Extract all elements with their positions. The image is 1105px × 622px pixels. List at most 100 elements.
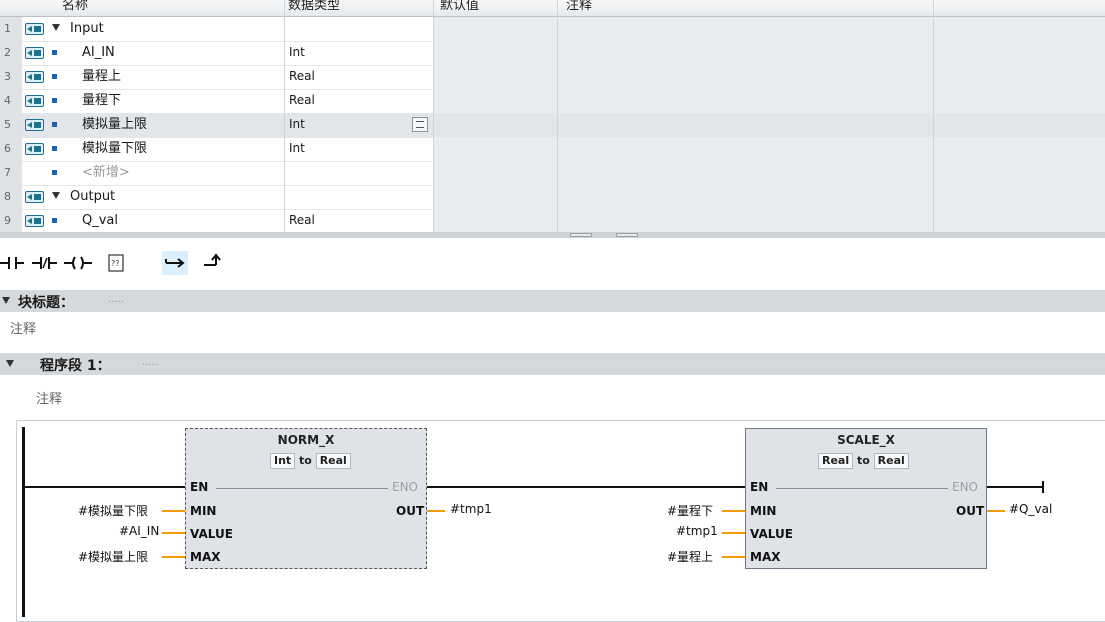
param-name[interactable]: 量程下 xyxy=(82,89,121,113)
cell-background[interactable] xyxy=(433,185,557,209)
table-row[interactable]: 8 Output xyxy=(0,185,1105,210)
operand-max[interactable]: #模拟量上限 xyxy=(78,548,148,565)
param-datatype[interactable]: Int xyxy=(289,41,305,65)
cell-background[interactable] xyxy=(933,89,1105,113)
cell-background[interactable] xyxy=(433,137,557,161)
cell-background[interactable] xyxy=(557,89,933,113)
norm-x-block[interactable]: NORM_X Int to Real EN ENO MIN VALUE MAX … xyxy=(185,428,427,569)
expand-triangle-icon[interactable] xyxy=(52,192,60,199)
cell-background[interactable] xyxy=(933,185,1105,209)
collapse-arrow-icon[interactable] xyxy=(2,297,10,304)
row-number[interactable]: 5 xyxy=(0,113,22,137)
normally-open-contact-icon[interactable] xyxy=(0,251,26,275)
operand-min[interactable]: #模拟量下限 xyxy=(78,502,148,519)
operand-value[interactable]: #tmp1 xyxy=(676,524,718,538)
param-name[interactable]: Output xyxy=(70,185,115,209)
splitter-up-arrow[interactable] xyxy=(570,233,592,237)
network-title-placeholder[interactable]: ..... xyxy=(142,357,158,368)
cell-background[interactable] xyxy=(933,113,1105,137)
cell-background[interactable] xyxy=(933,65,1105,89)
row-number[interactable]: 6 xyxy=(0,137,22,161)
operand-out[interactable]: #tmp1 xyxy=(450,502,492,516)
row-number[interactable]: 7 xyxy=(0,161,22,185)
param-name[interactable]: <新增> xyxy=(82,161,130,185)
row-number[interactable]: 4 xyxy=(0,89,22,113)
empty-box-icon[interactable]: ?? xyxy=(104,251,130,275)
cell-background[interactable] xyxy=(933,137,1105,161)
param-name[interactable]: AI_IN xyxy=(82,41,115,65)
param-datatype[interactable]: Real xyxy=(289,89,315,113)
table-row[interactable]: 4 量程下 Real xyxy=(0,89,1105,114)
param-datatype[interactable]: Real xyxy=(289,209,315,233)
cell-background[interactable] xyxy=(933,17,1105,41)
param-datatype[interactable]: Int xyxy=(289,113,305,137)
operand-value[interactable]: #AI_IN xyxy=(119,524,159,538)
scale-x-block[interactable]: SCALE_X Real to Real EN ENO MIN VALUE MA… xyxy=(745,428,987,569)
param-name[interactable]: 量程上 xyxy=(82,65,121,89)
param-datatype[interactable]: Int xyxy=(289,137,305,161)
type-in[interactable]: Real xyxy=(818,453,854,469)
cell-background[interactable] xyxy=(433,209,557,233)
network-title-bar[interactable]: 程序段 1： ..... xyxy=(0,353,1105,375)
scale-x-type-selector[interactable]: Real to Real xyxy=(818,453,909,469)
operand-max[interactable]: #量程上 xyxy=(667,548,713,565)
cell-background[interactable] xyxy=(433,161,557,185)
header-default[interactable]: 默认值 xyxy=(440,0,479,13)
cell-background[interactable] xyxy=(933,161,1105,185)
open-branch-icon[interactable] xyxy=(162,251,188,275)
cell-background[interactable] xyxy=(433,41,557,65)
table-row[interactable]: 2 AI_IN Int xyxy=(0,41,1105,66)
block-title-placeholder[interactable]: ..... xyxy=(108,294,124,305)
datatype-dropdown-button[interactable] xyxy=(412,117,428,132)
block-comment[interactable]: 注释 xyxy=(10,318,36,337)
row-number[interactable]: 2 xyxy=(0,41,22,65)
row-number[interactable]: 1 xyxy=(0,17,22,41)
table-row[interactable]: 9 Q_val Real xyxy=(0,209,1105,234)
cell-background[interactable] xyxy=(557,161,933,185)
row-number[interactable]: 8 xyxy=(0,185,22,209)
cell-background[interactable] xyxy=(557,41,933,65)
cell-background[interactable] xyxy=(557,209,933,233)
param-datatype[interactable]: Real xyxy=(289,65,315,89)
table-row[interactable]: 1 Input xyxy=(0,17,1105,42)
cell-background[interactable] xyxy=(933,209,1105,233)
table-row[interactable]: 5 模拟量上限 Int xyxy=(0,113,1105,138)
param-name[interactable]: 模拟量上限 xyxy=(82,113,147,137)
collapse-arrow-icon[interactable] xyxy=(6,360,14,367)
network-comment[interactable]: 注释 xyxy=(36,388,62,407)
cell-background[interactable] xyxy=(433,65,557,89)
splitter-bar[interactable] xyxy=(0,232,1105,238)
operand-out[interactable]: #Q_val xyxy=(1009,502,1052,516)
type-out[interactable]: Real xyxy=(873,453,909,469)
cell-background[interactable] xyxy=(433,17,557,41)
row-number[interactable]: 9 xyxy=(0,209,22,233)
row-number[interactable]: 3 xyxy=(0,65,22,89)
coil-icon[interactable] xyxy=(64,251,92,275)
norm-x-type-selector[interactable]: Int to Real xyxy=(270,453,351,469)
cell-background[interactable] xyxy=(557,113,933,137)
cell-background[interactable] xyxy=(433,89,557,113)
param-name[interactable]: Q_val xyxy=(82,209,118,233)
header-comment[interactable]: 注释 xyxy=(566,0,592,13)
table-row[interactable]: 7 <新增> xyxy=(0,161,1105,186)
type-out[interactable]: Real xyxy=(315,453,351,469)
splitter-down-arrow[interactable] xyxy=(616,233,638,237)
header-datatype[interactable]: 数据类型 xyxy=(288,0,340,13)
expand-triangle-icon[interactable] xyxy=(52,24,60,31)
table-row[interactable]: 6 模拟量下限 Int xyxy=(0,137,1105,162)
param-name[interactable]: 模拟量下限 xyxy=(82,137,147,161)
close-branch-icon[interactable] xyxy=(202,251,228,275)
normally-closed-contact-icon[interactable] xyxy=(32,251,58,275)
type-in[interactable]: Int xyxy=(270,453,296,469)
cell-background[interactable] xyxy=(557,17,933,41)
cell-background[interactable] xyxy=(433,113,557,137)
cell-background[interactable] xyxy=(557,137,933,161)
param-name[interactable]: Input xyxy=(70,17,104,41)
header-name[interactable]: 名称 xyxy=(62,0,88,13)
operand-min[interactable]: #量程下 xyxy=(667,502,713,519)
cell-background[interactable] xyxy=(557,185,933,209)
table-row[interactable]: 3 量程上 Real xyxy=(0,65,1105,90)
cell-background[interactable] xyxy=(933,41,1105,65)
cell-background[interactable] xyxy=(557,65,933,89)
block-title-bar[interactable]: 块标题： ..... xyxy=(0,290,1105,312)
